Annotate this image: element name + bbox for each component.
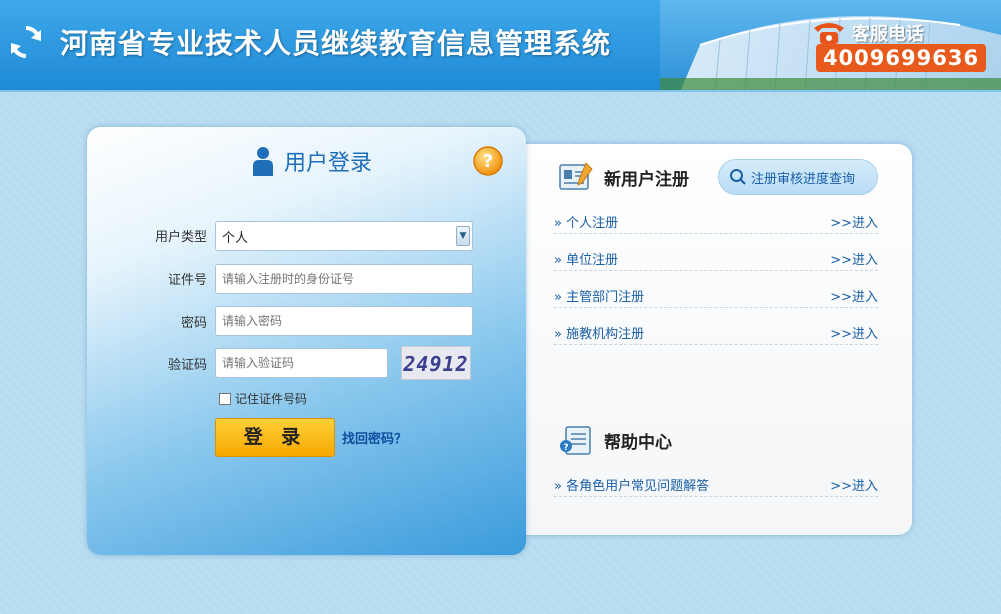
captcha-label: 验证码 — [167, 358, 207, 373]
remember-id-option[interactable]: 记住证件号码 — [219, 390, 307, 407]
registration-progress-label: 注册审核进度查询 — [751, 171, 856, 187]
hotline-label: 客服电话 — [852, 24, 924, 45]
user-type-value: 个人 — [222, 230, 249, 246]
refresh-logo-icon — [11, 26, 41, 58]
remember-label: 记住证件号码 — [235, 392, 308, 406]
telephone-icon — [814, 23, 844, 44]
user-icon — [253, 147, 273, 176]
captcha-input[interactable] — [215, 348, 388, 378]
hotline-number: 4009699636 — [816, 44, 986, 72]
chevron-down-icon[interactable]: ▼ — [456, 226, 470, 246]
help-title: 帮助中心 — [604, 432, 672, 453]
register-institution-enter[interactable]: >>进入 — [830, 323, 878, 342]
register-department-enter[interactable]: >>进入 — [830, 286, 878, 305]
site-title: 河南省专业技术人员继续教育信息管理系统 — [60, 27, 612, 60]
search-icon — [730, 169, 746, 185]
register-personal-enter[interactable]: >>进入 — [830, 212, 878, 231]
list-item: » 单位注册 >>进入 — [554, 247, 878, 271]
list-item: » 各角色用户常见问题解答 >>进入 — [554, 473, 878, 497]
password-label: 密码 — [180, 316, 207, 331]
login-title: 用户登录 — [284, 151, 373, 176]
registration-panel: 新用户注册 注册审核进度查询 » 个人注册 >>进入 » 单位注册 >>进入 »… — [510, 144, 912, 535]
registration-heading: 新用户注册 — [558, 161, 689, 193]
login-heading: 用户登录 — [252, 145, 372, 177]
user-type-label: 用户类型 — [154, 230, 207, 245]
register-institution-link[interactable]: » 施教机构注册 — [554, 323, 644, 342]
svg-text:?: ? — [483, 151, 493, 172]
captcha-image[interactable]: 24912 — [401, 346, 471, 380]
help-question-icon[interactable]: ? — [472, 145, 504, 177]
user-type-select[interactable]: 个人 ▼ — [215, 221, 473, 251]
faq-link[interactable]: » 各角色用户常见问题解答 — [554, 475, 709, 494]
header-banner: 河南省专业技术人员继续教育信息管理系统 客服电话 4009699636 — [0, 0, 1001, 92]
register-personal-link[interactable]: » 个人注册 — [554, 212, 618, 231]
password-input[interactable] — [215, 306, 473, 336]
register-unit-enter[interactable]: >>进入 — [830, 249, 878, 268]
list-item: » 施教机构注册 >>进入 — [554, 321, 878, 345]
register-unit-link[interactable]: » 单位注册 — [554, 249, 618, 268]
help-document-icon: ? — [560, 426, 591, 455]
login-button[interactable]: 登 录 — [215, 418, 335, 457]
svg-text:?: ? — [563, 443, 568, 453]
help-heading: ? 帮助中心 — [558, 424, 672, 456]
list-item: » 个人注册 >>进入 — [554, 210, 878, 234]
registration-title: 新用户注册 — [604, 169, 689, 190]
login-panel: 用户登录 ? 用户类型 个人 ▼ 证件号 密码 验证码 24912 记住证件号码… — [87, 127, 526, 555]
forgot-password-link[interactable]: 找回密码？ — [342, 428, 407, 447]
id-number-label: 证件号 — [167, 273, 207, 288]
faq-enter[interactable]: >>进入 — [830, 475, 878, 494]
register-department-link[interactable]: » 主管部门注册 — [554, 286, 644, 305]
registration-progress-button[interactable]: 注册审核进度查询 — [718, 159, 878, 195]
list-item: » 主管部门注册 >>进入 — [554, 284, 878, 308]
registration-form-icon — [559, 162, 593, 190]
id-number-input[interactable] — [215, 264, 473, 294]
remember-checkbox[interactable] — [219, 392, 231, 405]
